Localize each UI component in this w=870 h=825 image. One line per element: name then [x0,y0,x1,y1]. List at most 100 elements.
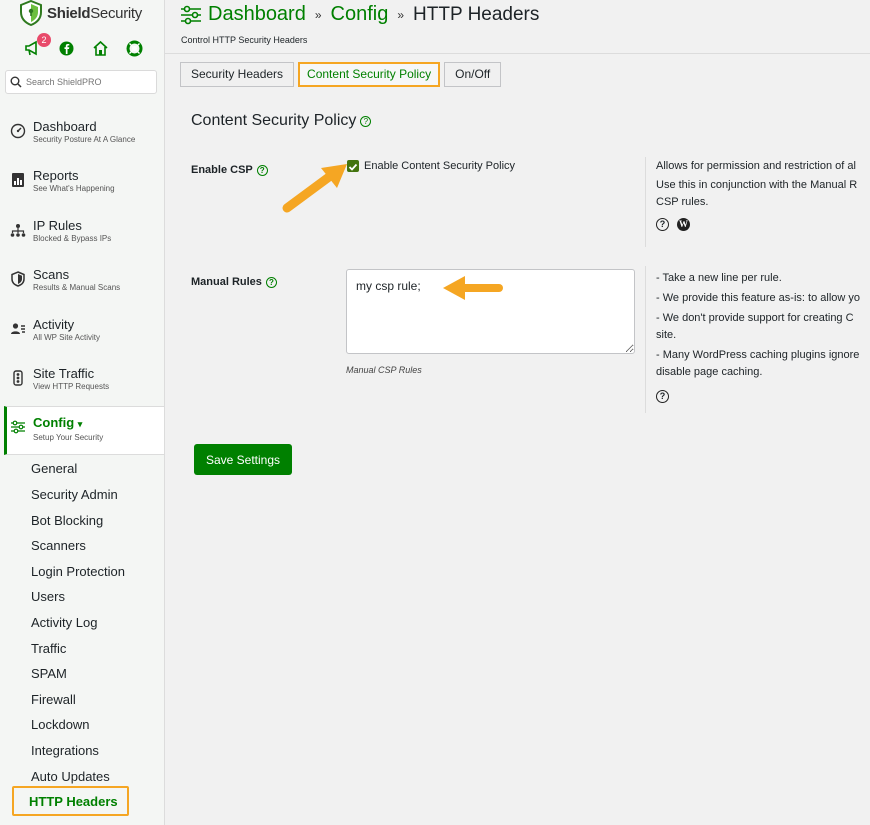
manual-rules-description: - Take a new line per rule. - We provide… [656,270,860,403]
nav-title: Reports [33,168,79,183]
description-line: disable page caching. [656,366,763,378]
chevron-down-icon: ▾ [77,419,83,429]
megaphone-icon[interactable]: 2 [24,33,51,57]
nav-title: Site Traffic [33,366,95,381]
page-description: Control HTTP Security Headers [181,35,308,45]
description-icons: ? W [656,218,857,231]
logo-name-a: Shield [47,4,91,22]
config-item-scanners[interactable]: Scanners [31,538,86,553]
tab-bar: Security Headers Content Security Policy… [180,62,502,87]
top-icons: 2 [24,33,143,57]
nav-subtitle: Results & Manual Scans [33,283,121,292]
manual-rules-label: Manual Rules ? [191,276,277,288]
nav-item-reports[interactable]: Reports See What's Happening [10,168,115,194]
nav-title: Dashboard [33,119,97,134]
description-line: Allows for permission and restriction of… [656,160,856,172]
enable-csp-label-text: Enable CSP [191,164,253,176]
description-line: - We don't provide support for creating … [656,312,854,324]
config-item-users[interactable]: Users [31,589,65,604]
shield-logo-icon [20,0,42,26]
annotation-arrow-icon [443,276,503,300]
config-item-bot-blocking[interactable]: Bot Blocking [31,513,103,528]
section-title-text: Content Security Policy [191,112,357,129]
facebook-icon[interactable] [58,40,75,57]
nav-item-dashboard[interactable]: Dashboard Security Posture At A Glance [10,119,135,145]
help-icon[interactable]: ? [360,115,372,127]
tab-on-off[interactable]: On/Off [444,62,502,87]
description-line: - Many WordPress caching plugins ignore [656,349,860,361]
sliders-icon [181,5,201,24]
breadcrumb-config[interactable]: Config [331,3,389,26]
search-input[interactable] [26,77,146,87]
support-icon[interactable] [126,40,143,57]
report-icon [12,173,24,187]
config-item-security-admin[interactable]: Security Admin [31,487,118,502]
wordpress-icon[interactable]: W [677,218,690,231]
config-item-traffic[interactable]: Traffic [31,641,66,656]
nav-subtitle: View HTTP Requests [33,382,110,391]
enable-csp-option[interactable]: Enable Content Security Policy [347,160,515,172]
enable-csp-description: Allows for permission and restriction of… [656,158,857,231]
config-item-login-protection[interactable]: Login Protection [31,564,125,579]
nav-item-activity[interactable]: Activity All WP Site Activity [10,317,100,343]
description-line: CSP rules. [656,196,709,208]
logo-name-b: Security [90,4,143,22]
nav-title: Config [33,415,75,430]
home-icon[interactable] [92,40,109,57]
tab-security-headers[interactable]: Security Headers [180,62,295,87]
manual-rules-hint: Manual CSP Rules [346,365,422,375]
nav-item-scans[interactable]: Scans Results & Manual Scans [10,267,120,293]
sidebar: ShieldSecurity 2 DashboardSecurity Postu… [0,0,165,825]
description-line: - Take a new line per rule. [656,272,782,284]
nav-subtitle: Setup Your Security [33,433,104,442]
help-icon[interactable]: ? [256,164,268,176]
question-icon[interactable]: ? [656,390,669,403]
search-box[interactable] [5,70,157,94]
help-icon[interactable]: ? [265,276,277,288]
notification-badge: 2 [37,33,51,47]
user-list-icon [11,323,25,334]
divider [645,266,646,413]
nav-item-config-content[interactable]: Config ▾ Setup Your Security [10,415,103,443]
gauge-icon [10,123,26,139]
description-line: Use this in conjunction with the Manual … [656,179,858,191]
nav-title: IP Rules [33,218,82,233]
enable-csp-label: Enable CSP ? [191,164,268,176]
nav-item-ip-rules[interactable]: IP Rules Blocked & Bypass IPs [10,218,111,244]
network-icon [10,224,26,237]
description-icons: ? [656,390,860,403]
breadcrumb-dashboard[interactable]: Dashboard [208,3,306,26]
enable-csp-checkbox-label: Enable Content Security Policy [364,160,516,172]
traffic-icon [13,370,23,386]
config-item-firewall[interactable]: Firewall [31,692,76,707]
config-item-http-headers[interactable]: HTTP Headers [12,786,129,816]
divider [645,157,646,247]
config-item-lockdown[interactable]: Lockdown [31,717,90,732]
config-item-integrations[interactable]: Integrations [31,743,99,758]
search-icon [10,76,22,88]
annotation-arrow-icon [282,164,347,213]
nav-title: Scans [33,267,70,282]
nav-subtitle: Blocked & Bypass IPs [33,234,112,243]
breadcrumb-separator: » [314,7,322,22]
description-line: - We provide this feature as-is: to allo… [656,292,860,304]
shield-icon [11,271,25,287]
config-item-activity-log[interactable]: Activity Log [31,615,97,630]
breadcrumb: Dashboard » Config » HTTP Headers [180,3,539,26]
nav-subtitle: Security Posture At A Glance [33,135,136,144]
breadcrumb-separator: » [397,7,405,22]
save-settings-button[interactable]: Save Settings [194,444,292,475]
config-item-auto-updates[interactable]: Auto Updates [31,769,110,784]
tab-content-security-policy[interactable]: Content Security Policy [298,62,441,87]
nav-subtitle: See What's Happening [33,184,115,193]
logo[interactable]: ShieldSecurity [20,0,142,26]
config-item-general[interactable]: General [31,461,77,476]
section-title: Content Security Policy ? [191,112,372,130]
question-icon[interactable]: ? [656,218,669,231]
description-line: site. [656,329,677,341]
sliders-icon [11,420,25,434]
page-title: HTTP Headers [413,3,540,25]
divider [165,53,870,54]
nav-item-site-traffic[interactable]: Site Traffic View HTTP Requests [10,366,109,392]
config-item-spam[interactable]: SPAM [31,666,67,681]
